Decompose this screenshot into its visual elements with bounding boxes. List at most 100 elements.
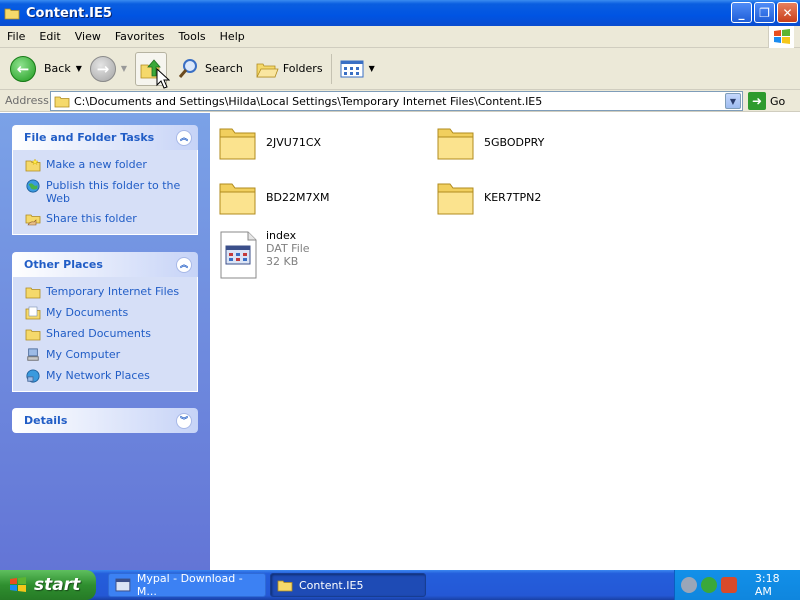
folder-icon	[54, 96, 70, 108]
menu-view[interactable]: View	[68, 30, 108, 43]
back-arrow-icon: ←	[10, 55, 36, 82]
address-input[interactable]	[74, 94, 714, 108]
close-button[interactable]: ✕	[777, 2, 798, 23]
panel-title: Details	[24, 414, 68, 427]
back-button[interactable]: ← Back ▼	[6, 51, 86, 87]
forward-dropdown-icon[interactable]: ▼	[121, 64, 127, 73]
forward-arrow-icon: →	[89, 55, 116, 82]
collapse-chevron-icon[interactable]: ︽	[176, 129, 192, 146]
folder-item[interactable]: KER7TPN2	[436, 178, 541, 216]
folders-button[interactable]: Folders	[251, 51, 327, 87]
views-button[interactable]: ▼	[336, 51, 379, 87]
taskbar-button-label: Mypal - Download - M...	[136, 572, 243, 598]
views-icon	[340, 60, 364, 77]
go-button[interactable]: ➜ Go	[748, 91, 785, 111]
task-label: Make a new folder	[46, 158, 147, 171]
address-dropdown-icon[interactable]: ▼	[725, 93, 741, 109]
back-dropdown-icon[interactable]: ▼	[76, 64, 82, 73]
expand-chevron-icon[interactable]: ︾	[176, 412, 192, 429]
folder-icon	[437, 183, 474, 215]
folders-label: Folders	[282, 62, 323, 75]
publish-web-icon	[26, 179, 40, 193]
folder-item[interactable]: 2JVU71CX	[218, 123, 321, 161]
taskbar-button-label: Content.IE5	[299, 578, 364, 592]
folder-icon	[25, 329, 41, 341]
other-places-header[interactable]: Other Places ︽	[12, 252, 198, 277]
folder-item[interactable]: 5GBODPRY	[436, 123, 544, 161]
menu-edit[interactable]: Edit	[32, 30, 67, 43]
task-make-new-folder[interactable]: Make a new folder	[25, 158, 191, 172]
place-my-computer[interactable]: My Computer	[25, 348, 191, 362]
place-shared-documents[interactable]: Shared Documents	[25, 327, 191, 341]
place-label: Temporary Internet Files	[46, 285, 180, 298]
place-my-documents[interactable]: My Documents	[25, 306, 191, 320]
folder-name: KER7TPN2	[484, 190, 542, 204]
search-button[interactable]: Search	[173, 51, 247, 87]
address-bar: Address ▼ ➜ Go	[0, 90, 800, 112]
go-arrow-icon: ➜	[748, 92, 766, 110]
security-shield-icon[interactable]	[720, 577, 737, 593]
menu-bar: File Edit View Favorites Tools Help	[0, 26, 800, 48]
folder-icon	[219, 183, 256, 215]
menu-help[interactable]: Help	[213, 30, 252, 43]
taskbar: start Mypal - Download - M... Content.IE…	[0, 570, 800, 600]
file-folder-tasks-panel: File and Folder Tasks ︽ Make a new folde…	[12, 125, 198, 235]
details-header[interactable]: Details ︾	[12, 408, 198, 433]
place-label: My Documents	[46, 306, 129, 319]
task-label: Publish this folder to the Web	[46, 179, 181, 205]
my-computer-icon	[27, 348, 39, 361]
dat-file-icon	[220, 231, 257, 279]
menu-favorites[interactable]: Favorites	[108, 30, 172, 43]
menu-file[interactable]: File	[0, 30, 32, 43]
menu-tools[interactable]: Tools	[172, 30, 213, 43]
my-documents-icon	[25, 306, 41, 320]
windows-logo-icon	[10, 577, 26, 592]
volume-icon[interactable]	[681, 577, 697, 593]
start-button[interactable]: start	[0, 570, 96, 600]
clock[interactable]: 3:18 AM	[755, 572, 800, 598]
views-dropdown-icon[interactable]: ▼	[369, 64, 375, 73]
file-folder-tasks-header[interactable]: File and Folder Tasks ︽	[12, 125, 198, 150]
folder-icon	[25, 287, 41, 299]
task-share-folder[interactable]: Share this folder	[25, 212, 191, 226]
new-folder-icon	[25, 158, 41, 172]
taskbar-button-content-ie5[interactable]: Content.IE5	[270, 573, 426, 597]
address-label: Address	[5, 94, 49, 107]
place-label: My Network Places	[46, 369, 150, 382]
back-label: Back	[44, 62, 71, 75]
file-type: DAT File	[266, 241, 310, 255]
folder-name: 5GBODPRY	[484, 135, 545, 149]
address-field[interactable]: ▼	[50, 91, 743, 111]
forward-button[interactable]: → ▼	[86, 51, 131, 87]
network-icon[interactable]	[700, 577, 717, 593]
network-places-icon	[26, 369, 40, 383]
folder-icon	[277, 580, 293, 592]
other-places-panel: Other Places ︽ Temporary Internet Files …	[12, 252, 198, 392]
panel-title: Other Places	[24, 258, 103, 271]
search-label: Search	[205, 62, 243, 75]
mouse-cursor-icon	[156, 68, 170, 89]
file-list: 2JVU71CX 5GBODPRY BD22M7XM KER7TPN2 inde…	[210, 113, 800, 570]
folder-name: BD22M7XM	[266, 190, 330, 204]
title-bar: Content.IE5 _ ❐ ✕	[0, 0, 800, 26]
folder-item[interactable]: BD22M7XM	[218, 178, 330, 216]
folder-icon	[437, 128, 474, 160]
toolbar: ← Back ▼ → ▼ Search Folders ▼	[0, 48, 800, 90]
file-item[interactable]: index DAT File 32 KB	[218, 229, 310, 280]
folder-icon	[4, 8, 20, 20]
panel-title: File and Folder Tasks	[24, 131, 155, 144]
place-temporary-internet-files[interactable]: Temporary Internet Files	[25, 285, 191, 299]
task-publish-folder[interactable]: Publish this folder to the Web	[25, 179, 191, 205]
maximize-button[interactable]: ❐	[754, 2, 775, 23]
minimize-button[interactable]: _	[731, 2, 752, 23]
place-my-network-places[interactable]: My Network Places	[25, 369, 191, 383]
windows-logo-icon	[768, 26, 794, 48]
folder-name: 2JVU71CX	[266, 135, 322, 149]
taskbar-button-mypal[interactable]: Mypal - Download - M...	[108, 572, 266, 598]
search-icon	[178, 58, 198, 78]
task-pane: File and Folder Tasks ︽ Make a new folde…	[0, 113, 210, 570]
collapse-chevron-icon[interactable]: ︽	[176, 256, 192, 273]
place-label: My Computer	[46, 348, 121, 361]
browser-icon	[115, 578, 131, 592]
start-label: start	[34, 575, 81, 595]
